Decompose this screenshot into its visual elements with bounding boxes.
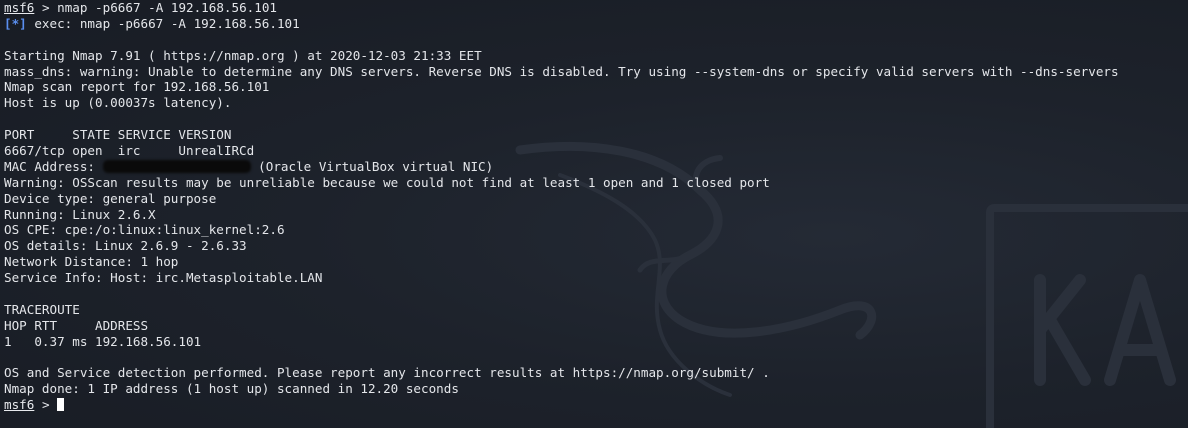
terminal-window[interactable]: msf6 > nmap -p6667 -A 192.168.56.101 [*]… bbox=[0, 0, 1188, 428]
service-info-line: Service Info: Host: irc.Metasploitable.L… bbox=[4, 270, 323, 286]
scan-report-line: Nmap scan report for 192.168.56.101 bbox=[4, 79, 270, 95]
mass-dns-line: mass_dns: warning: Unable to determine a… bbox=[4, 63, 1119, 79]
port-header: PORT STATE SERVICE VERSION bbox=[4, 127, 232, 143]
prompt-line: msf6 > nmap -p6667 -A 192.168.56.101 bbox=[4, 0, 1188, 16]
command-text: nmap -p6667 -A 192.168.56.101 bbox=[57, 0, 278, 15]
mac-vendor: (Oracle VirtualBox virtual NIC) bbox=[250, 158, 494, 174]
host-up-line: Host is up (0.00037s latency). bbox=[4, 95, 232, 111]
port-row: 6667/tcp open irc UnrealIRCd bbox=[4, 143, 255, 159]
traceroute-heading: TRACEROUTE bbox=[4, 301, 80, 317]
trace-header: HOP RTT ADDRESS bbox=[4, 317, 149, 333]
os-cpe-line: OS CPE: cpe:/o:linux:linux_kernel:2.6 bbox=[4, 222, 285, 238]
done-line: Nmap done: 1 IP address (1 host up) scan… bbox=[4, 381, 459, 397]
prompt-name: msf6 bbox=[4, 397, 35, 413]
redacted-mac-address bbox=[102, 159, 251, 173]
os-detection-line: OS and Service detection performed. Plea… bbox=[4, 365, 770, 381]
warning-line: Warning: OSScan results may be unreliabl… bbox=[4, 174, 770, 190]
text-cursor[interactable] bbox=[57, 398, 65, 412]
prompt-symbol: > bbox=[41, 397, 50, 413]
starting-line: Starting Nmap 7.91 ( https://nmap.org ) … bbox=[4, 47, 482, 63]
exec-line: [*] exec: nmap -p6667 -A 192.168.56.101 bbox=[4, 16, 1188, 32]
active-prompt-line[interactable]: msf6 > bbox=[4, 397, 1188, 413]
terminal-output: msf6 > nmap -p6667 -A 192.168.56.101 [*]… bbox=[4, 0, 1188, 413]
prompt-symbol: > bbox=[41, 0, 50, 15]
network-distance-line: Network Distance: 1 hop bbox=[4, 254, 179, 270]
exec-text: exec: nmap -p6667 -A 192.168.56.101 bbox=[34, 15, 300, 31]
mac-address-line: MAC Address: (Oracle VirtualBox virtual … bbox=[4, 159, 1188, 175]
running-line: Running: Linux 2.6.X bbox=[4, 206, 156, 222]
trace-row: 1 0.37 ms 192.168.56.101 bbox=[4, 333, 202, 349]
os-details-line: OS details: Linux 2.6.9 - 2.6.33 bbox=[4, 238, 247, 254]
device-type-line: Device type: general purpose bbox=[4, 190, 217, 206]
info-tag: [*] bbox=[4, 15, 27, 31]
prompt-name: msf6 bbox=[4, 0, 35, 15]
mac-label: MAC Address: bbox=[4, 158, 103, 174]
